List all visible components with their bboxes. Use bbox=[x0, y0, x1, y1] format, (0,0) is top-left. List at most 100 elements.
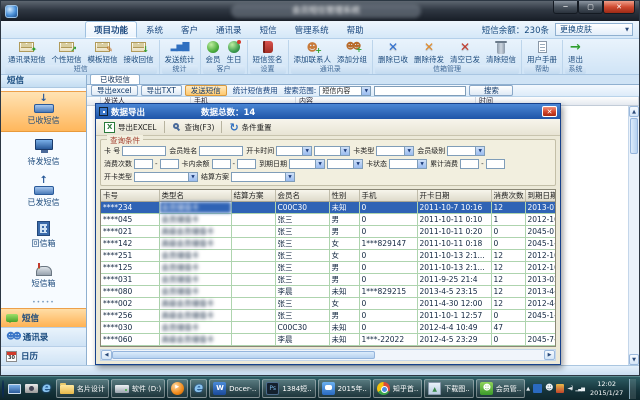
ribbon-button[interactable]: 清空已发 bbox=[447, 40, 483, 65]
send-sms-button[interactable]: 发送短信 bbox=[185, 85, 227, 96]
sidebar-splitter[interactable]: ••••• bbox=[1, 300, 86, 308]
maximize-button[interactable]: ▢ bbox=[578, 1, 603, 14]
ribbon-button[interactable]: 个性短信 bbox=[49, 40, 85, 65]
sidebar-item[interactable]: 待发短信 bbox=[1, 132, 86, 173]
grid-column-header[interactable]: 消费次数 bbox=[491, 190, 525, 202]
taskbar-item[interactable]: Docer-.. bbox=[209, 379, 260, 398]
scroll-up-icon[interactable]: ▲ bbox=[629, 106, 639, 117]
grid-row[interactable]: ****142高级会员储值卡张三女1***8291472011-10-11 0:… bbox=[101, 238, 556, 250]
ribbon-tab[interactable]: 通讯录 bbox=[207, 21, 251, 38]
dialog-toolbar-button[interactable]: 查询(F3) bbox=[168, 120, 219, 135]
tab-received-sms[interactable]: 已收短信 bbox=[90, 74, 140, 84]
grid-row[interactable]: ****256高级会员储值卡张三男02011-10-1 12:5702045-1… bbox=[101, 310, 556, 322]
dialog-close-button[interactable]: ✕ bbox=[542, 106, 557, 117]
start-button[interactable] bbox=[2, 380, 4, 398]
scroll-right-icon[interactable]: ▶ bbox=[544, 350, 555, 360]
taskbar-item[interactable]: 1384短.. bbox=[262, 379, 315, 398]
change-skin-dropdown[interactable]: 更换皮肤 ▼ bbox=[555, 23, 633, 36]
grid-column-header[interactable]: 性别 bbox=[329, 190, 359, 202]
nav-item[interactable]: 日历 bbox=[1, 346, 86, 365]
horizontal-scrollbar[interactable]: ◀ ▶ bbox=[100, 349, 556, 361]
clock[interactable]: 12:02 2015/1/27 bbox=[587, 380, 626, 398]
nav-item[interactable]: 短信 bbox=[1, 308, 86, 327]
tray-lang-icon[interactable] bbox=[533, 384, 542, 393]
grid-row[interactable]: ****021高级会员储值卡张三男02011-10-11 0:2002045-0… bbox=[101, 226, 556, 238]
query-input[interactable] bbox=[160, 159, 179, 169]
query-input[interactable] bbox=[486, 159, 505, 169]
tray-sec-icon[interactable] bbox=[556, 384, 564, 393]
query-dropdown[interactable]: ▼ bbox=[447, 146, 485, 156]
search-input[interactable] bbox=[374, 86, 466, 96]
grid-row[interactable]: ****002高级会员储值卡张三女02011-4-30 12:00122012-… bbox=[101, 298, 556, 310]
ribbon-tab[interactable]: 短信 bbox=[251, 21, 286, 38]
grid-column-header[interactable]: 手机 bbox=[359, 190, 417, 202]
vertical-scrollbar[interactable]: ▲ ▼ bbox=[628, 106, 639, 365]
grid-column-header[interactable]: 会员名 bbox=[275, 190, 329, 202]
query-input[interactable] bbox=[460, 159, 479, 169]
ribbon-tab[interactable]: 项目功能 bbox=[85, 21, 137, 38]
scroll-down-icon[interactable]: ▼ bbox=[629, 354, 639, 365]
query-dropdown[interactable]: ▼ bbox=[276, 146, 312, 156]
grid-row[interactable]: ****125会员储值卡张三男02011-10-13 2:1...122012-… bbox=[101, 262, 556, 274]
scroll-left-icon[interactable]: ◀ bbox=[101, 350, 112, 360]
dialog-toolbar-button[interactable]: 导出EXCEL bbox=[100, 120, 161, 135]
taskbar-item[interactable] bbox=[190, 379, 207, 398]
minimize-button[interactable]: ─ bbox=[553, 1, 578, 14]
ribbon-button[interactable]: 生日 bbox=[224, 40, 245, 65]
query-input[interactable] bbox=[199, 146, 243, 156]
ribbon-button[interactable]: 接收回信 bbox=[121, 40, 157, 65]
query-input[interactable] bbox=[212, 159, 231, 169]
ribbon-button[interactable]: 删除待发 bbox=[411, 40, 447, 65]
grid-column-header[interactable]: 卡号 bbox=[101, 190, 159, 202]
search-button[interactable]: 搜索 bbox=[469, 85, 513, 96]
query-dropdown[interactable]: ▼ bbox=[231, 172, 295, 182]
tray-arrow-icon[interactable] bbox=[526, 384, 530, 393]
scroll-thumb[interactable] bbox=[112, 351, 375, 359]
ribbon-button[interactable]: 退出 bbox=[565, 40, 586, 65]
tray-qq-icon[interactable] bbox=[545, 384, 553, 393]
search-scope-dropdown[interactable]: 短信内容 ▼ bbox=[319, 86, 371, 96]
grid-column-header[interactable]: 到期日期 bbox=[525, 190, 556, 202]
grid-row[interactable]: ****080会员储值卡李晨未知1***8292152013-4-5 23:15… bbox=[101, 286, 556, 298]
ribbon-tab[interactable]: 客户 bbox=[172, 21, 207, 38]
ribbon-button[interactable]: 清除短信 bbox=[483, 40, 519, 65]
ribbon-tab[interactable]: 系统 bbox=[137, 21, 172, 38]
query-dropdown[interactable]: ▼ bbox=[314, 146, 350, 156]
show-desktop-button[interactable] bbox=[629, 379, 636, 399]
sidebar-item[interactable]: 已收短信 bbox=[1, 91, 86, 132]
ribbon-button[interactable]: 添加联系人 bbox=[291, 40, 335, 65]
tray-vol-icon[interactable] bbox=[567, 384, 572, 393]
export-excel-button[interactable]: 导出excel bbox=[91, 85, 138, 96]
grid-column-header[interactable]: 结算方案 bbox=[231, 190, 275, 202]
grid-row[interactable]: ****030会员储值卡C00C30未知02012-4-4 10:4947 bbox=[101, 322, 556, 334]
grid-row[interactable]: ****234会员储值卡C00C30未知02011-10-7 10:161220… bbox=[101, 202, 556, 214]
ribbon-tab[interactable]: 管理系统 bbox=[286, 21, 338, 38]
ribbon-tab[interactable]: 帮助 bbox=[338, 21, 373, 38]
query-input[interactable] bbox=[237, 159, 256, 169]
sidebar-item[interactable]: 短信箱 bbox=[1, 255, 86, 296]
ribbon-button[interactable]: 模板短信 bbox=[85, 40, 121, 65]
taskbar-item[interactable]: 软件 (D:) bbox=[111, 379, 165, 398]
close-button[interactable]: ✕ bbox=[603, 1, 635, 14]
taskbar-item[interactable]: 下载图.. bbox=[424, 379, 473, 398]
grid-row[interactable]: ****031会员储值卡张三男02011-9-25 21:4122013-02-… bbox=[101, 274, 556, 286]
tray-net-icon[interactable] bbox=[575, 384, 584, 393]
sidebar-item[interactable]: 回信箱 bbox=[1, 214, 86, 255]
taskbar-item[interactable]: 会员管.. bbox=[476, 379, 525, 398]
taskbar-item[interactable]: 知乎首.. bbox=[373, 379, 422, 398]
query-dropdown[interactable]: ▼ bbox=[327, 159, 363, 169]
query-dropdown[interactable]: ▼ bbox=[289, 159, 325, 169]
taskbar-item[interactable] bbox=[167, 379, 188, 398]
ribbon-button[interactable]: 添加分组 bbox=[334, 40, 370, 65]
export-txt-button[interactable]: 导出TXT bbox=[141, 85, 182, 96]
query-input[interactable] bbox=[122, 146, 166, 156]
ribbon-button[interactable]: 通讯录短信 bbox=[5, 40, 49, 65]
dialog-toolbar-button[interactable]: 条件重置 bbox=[225, 120, 275, 135]
grid-row[interactable]: ****294高级会员储值卡张三男02011-10-1 12:5702045-1… bbox=[101, 346, 556, 348]
grid-row[interactable]: ****060高级会员储值卡李晨未知1***-220222012-4-5 23:… bbox=[101, 334, 556, 346]
query-dropdown[interactable]: ▼ bbox=[389, 159, 427, 169]
query-dropdown[interactable]: ▼ bbox=[134, 172, 198, 182]
grid-column-header[interactable]: 类型名 bbox=[159, 190, 231, 202]
scroll-thumb[interactable] bbox=[630, 118, 638, 154]
nav-item[interactable]: 通讯录 bbox=[1, 327, 86, 346]
